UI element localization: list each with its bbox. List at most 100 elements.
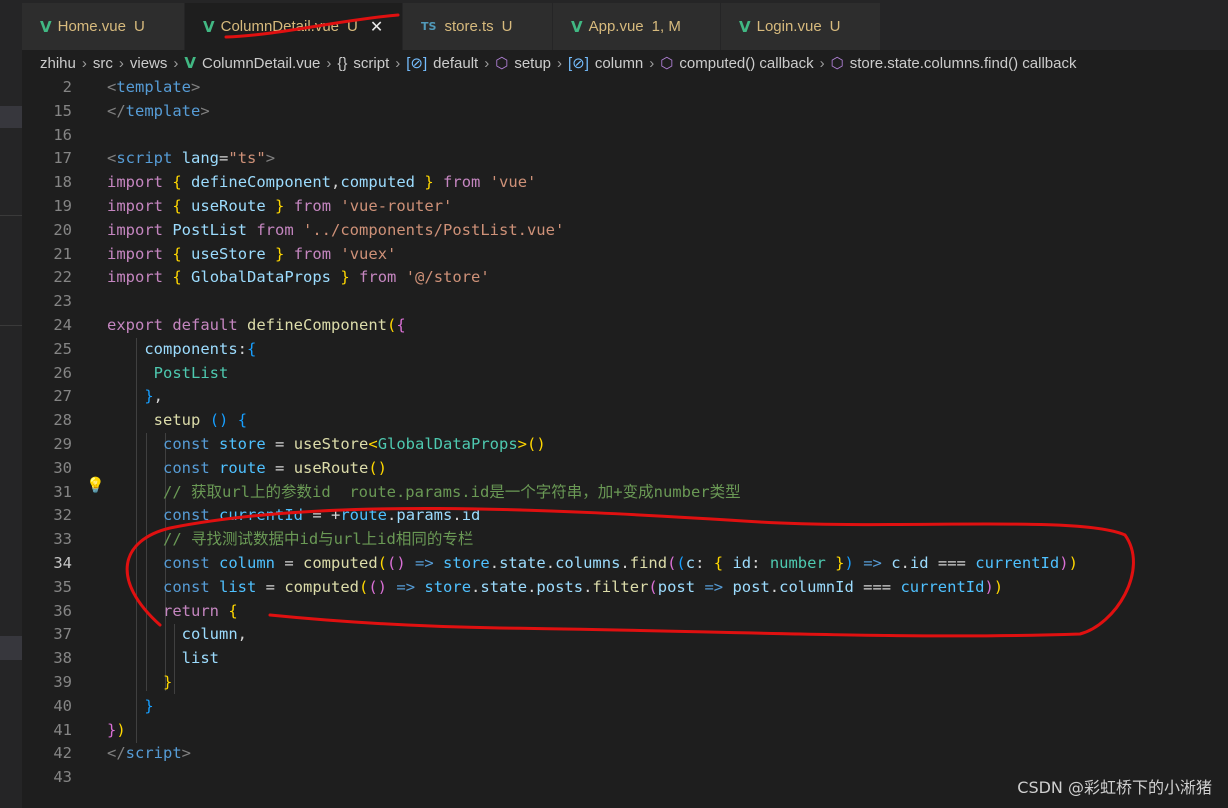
code-line[interactable]: 34 const column = computed(() => store.s… (22, 552, 1228, 576)
breadcrumb-item-zhihu[interactable]: zhihu (40, 55, 76, 72)
code-token: ) (116, 720, 126, 739)
line-number: 15 (53, 101, 72, 120)
code-token: column (181, 625, 238, 644)
code-token: ( (676, 554, 686, 572)
code-line[interactable]: 19 import { useRoute } from 'vue-router' (22, 195, 1228, 219)
tab-store-ts[interactable]: TS store.ts U (403, 3, 553, 50)
code-line[interactable]: 18 import { defineComponent,computed } fr… (22, 171, 1228, 195)
code-text: const route = useRoute() (107, 457, 387, 481)
lightbulb-icon[interactable]: 💡 (86, 476, 105, 494)
code-line[interactable]: 33 // 寻找测试数据中id与url上id相同的专栏 (22, 528, 1228, 552)
tab-status: U (133, 18, 145, 35)
code-line[interactable]: 24 export default defineComponent({ (22, 314, 1228, 338)
breadcrumb-item-file[interactable]: V ColumnDetail.vue (184, 54, 320, 72)
code-line[interactable]: 25 components:{ (22, 338, 1228, 362)
code-token: . (387, 506, 397, 525)
code-token: list (181, 649, 219, 668)
code-line[interactable]: 40 } (22, 695, 1228, 719)
close-icon[interactable]: ✕ (370, 17, 383, 36)
code-token: lang (181, 149, 220, 168)
tab-app-vue[interactable]: V App.vue 1, M (553, 3, 721, 50)
code-token: PostList (153, 363, 229, 382)
code-line[interactable]: 23 (22, 290, 1228, 314)
tab-login-vue[interactable]: V Login.vue U (721, 3, 881, 50)
code-token: } (275, 244, 285, 263)
tab-columndetail-vue[interactable]: V ColumnDetail.vue U ✕ (185, 3, 403, 50)
breadcrumb-item-computed-callback[interactable]: ⬡ computed() callback (660, 54, 813, 73)
code-line[interactable]: 15 </template> (22, 100, 1228, 124)
code-text: }) (107, 719, 126, 743)
code-token: computed (340, 173, 416, 192)
code-token: id (732, 554, 752, 572)
code-line[interactable]: 37 column, (22, 623, 1228, 647)
breadcrumb-item-column[interactable]: [⊘] column (568, 54, 643, 73)
code-token: post (732, 577, 770, 596)
vue-icon: V (739, 17, 751, 36)
code-line[interactable]: 42 </script> (22, 742, 1228, 766)
code-line[interactable]: 36 return { (22, 600, 1228, 624)
code-token: script (116, 149, 173, 168)
line-number: 29 (53, 435, 72, 453)
code-line[interactable]: 31 // 获取url上的参数id route.params.id是一个字符串，… (22, 481, 1228, 505)
code-text: import { useRoute } from 'vue-router' (107, 195, 452, 219)
code-line[interactable]: 16 (22, 124, 1228, 148)
code-token: 'vue-router' (340, 197, 453, 215)
code-token: useStore (191, 244, 266, 263)
code-token: id (461, 506, 481, 525)
code-line[interactable]: 2 <template> (22, 76, 1228, 100)
code-line[interactable]: 39 } (22, 671, 1228, 695)
breadcrumb-item-src[interactable]: src (93, 55, 113, 72)
code-token: ( (648, 577, 658, 596)
breadcrumb-item-setup[interactable]: ⬡ setup (495, 54, 551, 73)
code-line[interactable]: 26 PostList (22, 362, 1228, 386)
code-token: import (107, 244, 163, 263)
code-token: { (172, 268, 182, 287)
code-token: ) (844, 554, 854, 572)
code-text: const store = useStore<GlobalDataProps>(… (107, 433, 546, 457)
code-token: , (331, 173, 341, 192)
chevron-right-icon: › (649, 54, 655, 72)
code-line[interactable]: 20 import PostList from '../components/Po… (22, 219, 1228, 243)
code-line[interactable]: 22 import { GlobalDataProps } from '@/sto… (22, 266, 1228, 290)
code-line[interactable]: 35 const list = computed(() => store.sta… (22, 576, 1228, 600)
breadcrumb-item-views[interactable]: views (130, 55, 168, 72)
code-token: // 寻找测试数据中id与url上id相同的专栏 (163, 530, 474, 549)
code-token: . (900, 554, 910, 572)
code-line[interactable]: 28 setup () { (22, 409, 1228, 433)
code-token: ) (1068, 554, 1078, 572)
code-token: => (704, 577, 724, 596)
code-line[interactable]: 21 import { useStore } from 'vuex' (22, 243, 1228, 267)
code-token: : (751, 554, 770, 572)
code-token: { (713, 554, 724, 572)
tab-home-vue[interactable]: V Home.vue U (22, 3, 185, 50)
code-token: setup (153, 411, 201, 430)
code-token: store (424, 577, 472, 596)
breadcrumb-item-default[interactable]: [⊘] default (406, 54, 478, 73)
breadcrumb-item-find-callback[interactable]: ⬡ store.state.columns.find() callback (831, 54, 1077, 73)
code-token: { (172, 244, 182, 263)
code-editor[interactable]: 2 <template> 15 </template> 16 17 <script lang… (22, 76, 1228, 808)
line-number: 42 (53, 744, 72, 763)
code-token: { (172, 173, 182, 192)
code-line[interactable]: 38 list (22, 647, 1228, 671)
code-line[interactable]: 30 const route = useRoute() (22, 457, 1228, 481)
watermark: CSDN @彩虹桥下的小淅猪 (1017, 778, 1212, 797)
code-line[interactable]: 29 const store = useStore<GlobalDataProp… (22, 433, 1228, 457)
line-number: 40 (53, 696, 72, 715)
breadcrumb-item-script[interactable]: {} script (337, 55, 389, 72)
code-line[interactable]: 17 <script lang="ts"> (22, 147, 1228, 171)
code-line[interactable]: 32 const currentId = +route.params.id (22, 504, 1228, 528)
code-token: state (480, 577, 528, 596)
code-line[interactable]: 27 }, (22, 385, 1228, 409)
code-line[interactable]: 41}) (22, 719, 1228, 743)
